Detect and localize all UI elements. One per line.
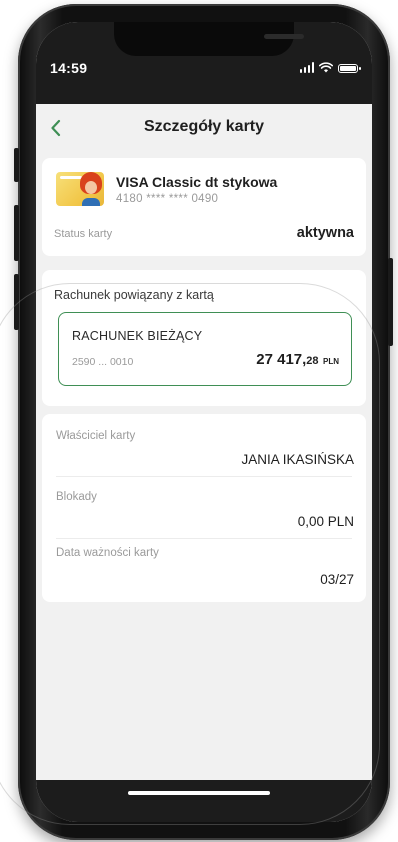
- side-button-left-low: [14, 274, 19, 330]
- wifi-icon: [319, 62, 333, 73]
- home-indicator[interactable]: [128, 791, 270, 795]
- balance-main: 27 417,: [256, 351, 307, 368]
- top-navigation: Szczegóły karty: [36, 104, 372, 152]
- bottom-bezel: [36, 780, 372, 822]
- linked-account-label: Rachunek powiązany z kartą: [54, 288, 214, 302]
- account-number: 2590 ... 0010: [72, 356, 134, 368]
- notch: [114, 22, 304, 56]
- side-button-left-top: [14, 148, 19, 182]
- card-image: [56, 172, 104, 206]
- card-name: VISA Classic dt stykowa: [116, 174, 278, 190]
- blocks-value: 0,00 PLN: [297, 514, 354, 529]
- owner-value: JANIA IKASIŃSKA: [241, 452, 354, 467]
- card-status-label: Status karty: [54, 228, 113, 240]
- page-title: Szczegóły karty: [143, 118, 265, 135]
- blocks-label: Blokady: [56, 491, 97, 503]
- divider: [56, 476, 352, 477]
- expiry-label: Data ważności karty: [56, 547, 159, 559]
- linked-account-panel: Rachunek powiązany z kartą RACHUNEK BIEŻ…: [42, 270, 366, 406]
- card-details-panel: Właściciel karty JANIA IKASIŃSKA Blokady…: [42, 414, 366, 602]
- card-number: 4180 **** **** 0490: [116, 193, 219, 205]
- balance-currency: PLN: [323, 357, 339, 366]
- app-screen: 14:59 Szczegóły karty VISA Classic dt st…: [36, 22, 372, 822]
- owner-label: Właściciel karty: [56, 430, 136, 442]
- status-bar: 14:59: [36, 22, 372, 104]
- balance-decimals: 28: [306, 355, 319, 367]
- battery-icon: [338, 64, 361, 73]
- speaker-grille: [264, 34, 304, 39]
- side-button-right: [388, 258, 393, 346]
- expiry-value: 03/27: [320, 572, 354, 587]
- side-button-left-mid: [14, 205, 19, 261]
- device-mockup: 14:59 Szczegóły karty VISA Classic dt st…: [0, 0, 398, 842]
- card-status-value: aktywna: [296, 225, 354, 241]
- linked-account-tile[interactable]: RACHUNEK BIEŻĄCY 2590 ... 0010 27 417,28…: [58, 312, 352, 386]
- signal-icon: [299, 62, 314, 73]
- divider: [56, 538, 352, 539]
- status-time: 14:59: [50, 60, 88, 76]
- account-balance: 27 417,28 PLN: [256, 351, 339, 369]
- status-icons: [299, 62, 361, 73]
- card-info-panel: VISA Classic dt stykowa 4180 **** **** 0…: [42, 158, 366, 256]
- account-name: RACHUNEK BIEŻĄCY: [72, 329, 203, 343]
